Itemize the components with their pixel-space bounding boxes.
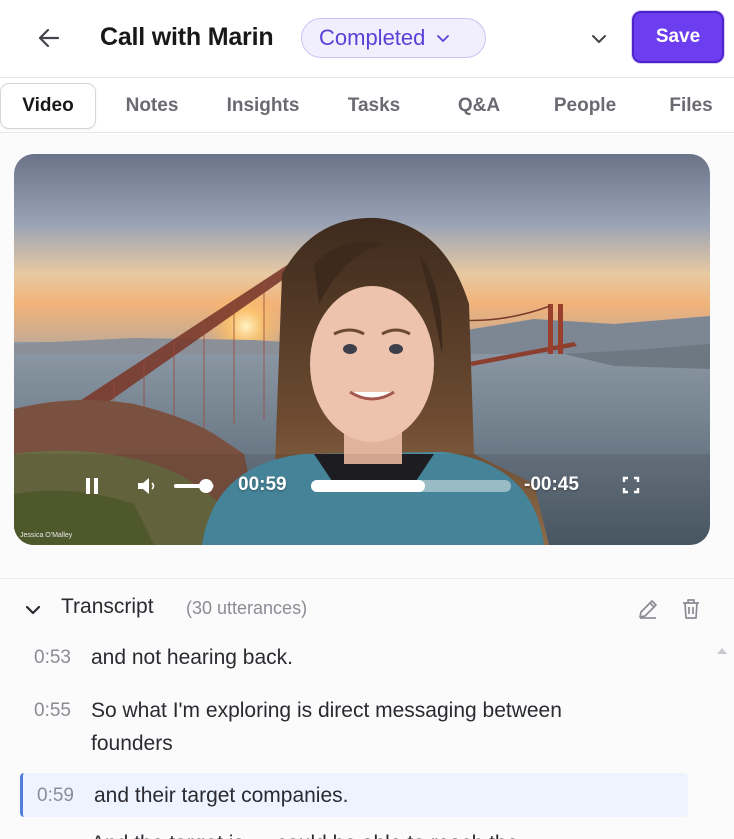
utterance-timestamp[interactable]: 0:53 bbox=[34, 647, 71, 669]
scroll-up-arrow[interactable] bbox=[716, 643, 728, 661]
utterance-text: So what I'm exploring is direct messagin… bbox=[91, 699, 562, 755]
tab-bar: Video Notes Insights Tasks Q&A People Fi… bbox=[0, 79, 734, 133]
utterance-row[interactable]: 0:55 So what I'm exploring is direct mes… bbox=[20, 694, 688, 760]
tab-files[interactable]: Files bbox=[654, 83, 728, 129]
utterance-text: And the target is … could be able to rea… bbox=[91, 827, 671, 839]
utterance-timestamp[interactable]: 0:59 bbox=[37, 785, 74, 807]
video-section: 00:59 -00:45 Jessica O'Malley bbox=[0, 134, 734, 578]
collapse-transcript-button[interactable] bbox=[22, 599, 44, 626]
utterance-row-active[interactable]: 0:59 and their target companies. bbox=[20, 773, 688, 817]
more-options-dropdown[interactable] bbox=[584, 24, 614, 54]
tab-tasks[interactable]: Tasks bbox=[330, 83, 418, 129]
save-button[interactable]: Save bbox=[632, 11, 724, 63]
arrow-left-icon bbox=[38, 28, 60, 48]
remaining-time: -00:45 bbox=[524, 474, 579, 495]
video-controls: 00:59 -00:45 bbox=[14, 464, 710, 508]
header: Call with Marin Completed Save bbox=[0, 0, 734, 78]
tab-notes[interactable]: Notes bbox=[108, 83, 196, 129]
fullscreen-icon bbox=[622, 476, 640, 494]
transcript-header: Transcript (30 utterances) bbox=[0, 589, 734, 629]
status-label: Completed bbox=[319, 25, 426, 50]
page-title: Call with Marin bbox=[100, 23, 274, 51]
volume-icon bbox=[138, 478, 155, 494]
utterance-count: (30 utterances) bbox=[186, 598, 308, 618]
delete-transcript-button[interactable] bbox=[680, 597, 702, 626]
pencil-icon bbox=[639, 600, 657, 619]
chevron-down-icon bbox=[25, 605, 41, 615]
tab-people[interactable]: People bbox=[540, 83, 630, 129]
edit-transcript-button[interactable] bbox=[636, 597, 660, 626]
transcript-panel: Transcript (30 utterances) 0:53 and not … bbox=[0, 578, 734, 839]
trash-icon bbox=[683, 599, 699, 619]
utterance-row[interactable]: 0:53 and not hearing back. bbox=[20, 641, 688, 675]
tab-qa[interactable]: Q&A bbox=[440, 83, 518, 129]
utterance-text: and their target companies. bbox=[94, 784, 349, 807]
pause-button[interactable] bbox=[84, 476, 100, 501]
mute-button[interactable] bbox=[136, 476, 160, 501]
pause-icon bbox=[86, 478, 98, 494]
utterance-timestamp[interactable]: 0:55 bbox=[34, 700, 71, 722]
current-time: 00:59 bbox=[238, 474, 287, 495]
volume-slider[interactable] bbox=[174, 478, 218, 494]
chevron-down-icon bbox=[592, 35, 606, 43]
tab-insights[interactable]: Insights bbox=[212, 83, 314, 129]
utterance-row[interactable]: And the target is … could be able to rea… bbox=[20, 827, 688, 839]
status-dropdown[interactable]: Completed bbox=[301, 18, 486, 58]
chevron-down-icon bbox=[435, 30, 451, 46]
video-player[interactable]: 00:59 -00:45 Jessica O'Malley bbox=[14, 154, 710, 545]
progress-bar[interactable] bbox=[311, 480, 511, 492]
video-watermark: Jessica O'Malley bbox=[20, 532, 73, 539]
transcript-title: Transcript bbox=[61, 595, 154, 618]
fullscreen-button[interactable] bbox=[622, 476, 640, 499]
back-button[interactable] bbox=[30, 20, 68, 56]
tab-video[interactable]: Video bbox=[0, 83, 96, 129]
utterance-text: and not hearing back. bbox=[91, 646, 293, 669]
